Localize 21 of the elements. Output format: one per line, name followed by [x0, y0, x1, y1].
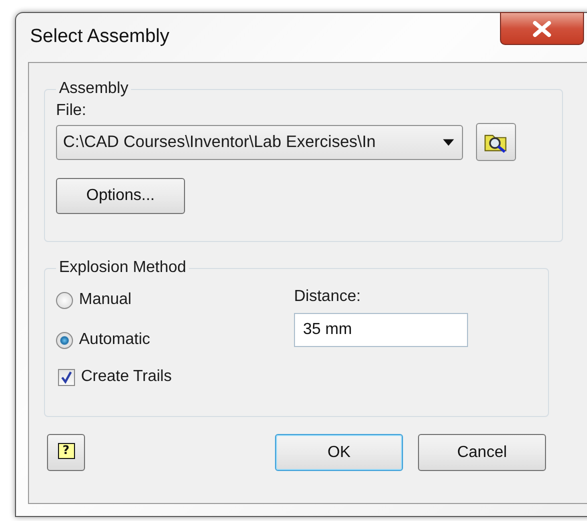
checkbox[interactable] [58, 368, 75, 386]
help-button[interactable]: ? [47, 434, 85, 471]
radio-button[interactable] [56, 332, 73, 348]
radio-label[interactable]: Manual [79, 291, 132, 309]
distance-field[interactable]: 35 mm [294, 313, 468, 347]
close-button[interactable] [500, 12, 584, 45]
close-icon [532, 20, 552, 36]
caret-icon [443, 138, 454, 146]
group-title: Assembly [58, 80, 130, 98]
file-dropdown[interactable]: C:\CAD Courses\Inventor\Lab Exercises\In [56, 124, 463, 160]
distance-label: Distance: [294, 288, 362, 306]
browse-button[interactable] [476, 123, 516, 161]
radio-label[interactable]: Automatic [79, 331, 150, 349]
dialog-button[interactable]: OK [275, 434, 403, 471]
window-title: Select Assembly [30, 26, 170, 48]
options-button[interactable]: Options... [56, 178, 185, 214]
file-label: File: [56, 102, 88, 120]
dialog-button[interactable]: Cancel [418, 434, 546, 471]
checkbox-label[interactable]: Create Trails [81, 368, 172, 386]
radio-button[interactable] [56, 292, 73, 308]
group-title: Explosion Method [58, 259, 188, 277]
